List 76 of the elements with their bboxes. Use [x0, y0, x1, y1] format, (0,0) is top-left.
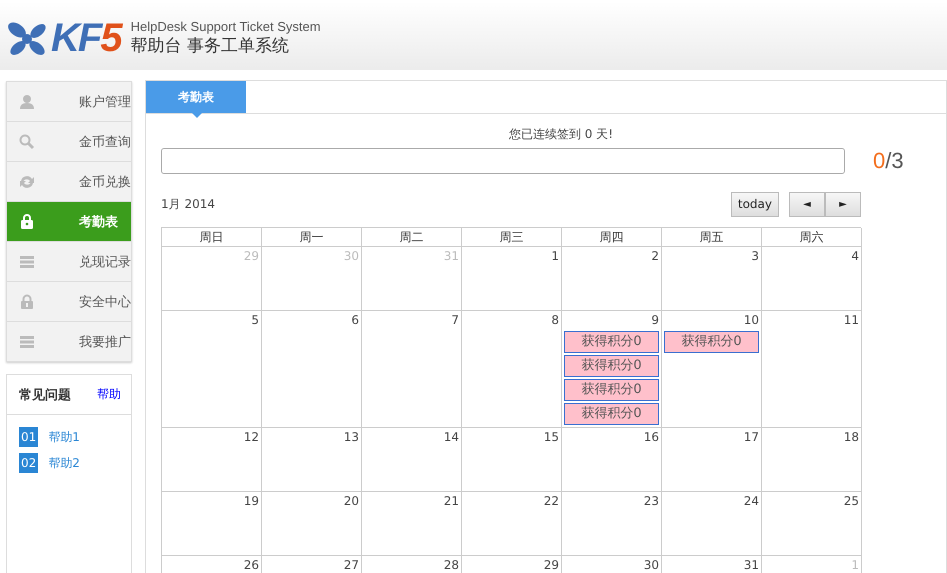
- day-number: 24: [744, 493, 759, 510]
- bag-icon: [19, 214, 35, 230]
- day-number: 6: [351, 312, 359, 329]
- day-number: 21: [444, 493, 459, 510]
- weekday-header: 周四: [562, 228, 662, 247]
- day-number: 30: [344, 248, 359, 265]
- day-number: 12: [244, 429, 259, 446]
- day-number: 18: [844, 429, 859, 446]
- day-number: 1: [851, 557, 859, 573]
- calendar-event[interactable]: 获得积分0: [564, 403, 659, 425]
- calendar-event[interactable]: 获得积分0: [564, 379, 659, 401]
- next-button[interactable]: ►: [825, 192, 861, 216]
- day-number: 20: [344, 493, 359, 510]
- number-badge: 01: [19, 427, 38, 447]
- padlock-icon: [19, 294, 35, 310]
- weekday-header: 周一: [262, 228, 362, 247]
- day-number: 4: [851, 248, 859, 265]
- weekday-header: 周五: [662, 228, 762, 247]
- faq-link[interactable]: 帮助2: [48, 454, 80, 472]
- stack-icon: [19, 254, 35, 270]
- day-number: 26: [244, 557, 259, 573]
- day-number: 2: [651, 248, 659, 265]
- day-number: 19: [244, 493, 259, 510]
- sidebar-item[interactable]: 账户管理: [7, 82, 131, 122]
- day-number: 15: [544, 429, 559, 446]
- day-number: 28: [444, 557, 459, 573]
- tagline: HelpDesk Support Ticket System: [130, 19, 321, 35]
- day-number: 1: [551, 248, 559, 265]
- weekday-header: 周二: [362, 228, 462, 247]
- calendar-event[interactable]: 获得积分0: [564, 331, 659, 353]
- day-number: 16: [644, 429, 659, 446]
- day-number: 3: [751, 248, 759, 265]
- day-number: 27: [344, 557, 359, 573]
- day-number: 14: [444, 429, 459, 446]
- month-title: 1月 2014: [161, 196, 215, 212]
- weekday-header: 周三: [462, 228, 562, 247]
- faq-title: 常见问题: [19, 386, 71, 404]
- day-number: 31: [744, 557, 759, 573]
- day-number: 31: [444, 248, 459, 265]
- previous-button[interactable]: ◄: [789, 192, 825, 216]
- sidebar-item[interactable]: 我要推广: [7, 322, 131, 361]
- stack-icon: [19, 334, 35, 350]
- pointer-icon: [192, 113, 202, 118]
- progress-count: 0/3: [873, 148, 904, 174]
- day-number: 9: [651, 312, 659, 329]
- person-icon: [19, 94, 35, 110]
- day-number: 5: [251, 312, 259, 329]
- tagline: 帮助台 事务工单系统: [130, 35, 290, 57]
- help-link[interactable]: 帮助: [97, 386, 121, 403]
- sidebar-item[interactable]: 兑现记录: [7, 242, 131, 282]
- search-icon: [19, 134, 35, 150]
- sidebar-item[interactable]: 金币查询: [7, 122, 131, 162]
- day-number: 23: [644, 493, 659, 510]
- day-number: 11: [844, 312, 859, 329]
- checkin-message: 您已连续签到 0 天!: [508, 126, 614, 143]
- day-number: 13: [344, 429, 359, 446]
- today-button[interactable]: today: [730, 192, 779, 216]
- weekday-header: 周日: [162, 228, 262, 247]
- calendar-event[interactable]: 获得积分0: [564, 355, 659, 377]
- weekday-header: 周六: [762, 228, 862, 247]
- day-number: 7: [451, 312, 459, 329]
- number-badge: 02: [19, 453, 38, 473]
- faq-link[interactable]: 帮助1: [48, 428, 80, 446]
- day-number: 10: [744, 312, 759, 329]
- day-number: 17: [744, 429, 759, 446]
- day-number: 29: [244, 248, 259, 265]
- day-number: 29: [544, 557, 559, 573]
- sidebar-item[interactable]: 安全中心: [7, 282, 131, 322]
- logo-text: KF5: [51, 18, 121, 58]
- day-number: 30: [644, 557, 659, 573]
- day-number: 25: [844, 493, 859, 510]
- day-number: 8: [551, 312, 559, 329]
- refresh-icon: [19, 174, 35, 190]
- calendar-event[interactable]: 获得积分0: [664, 331, 759, 353]
- sidebar-item[interactable]: 考勤表: [7, 202, 131, 242]
- day-number: 22: [544, 493, 559, 510]
